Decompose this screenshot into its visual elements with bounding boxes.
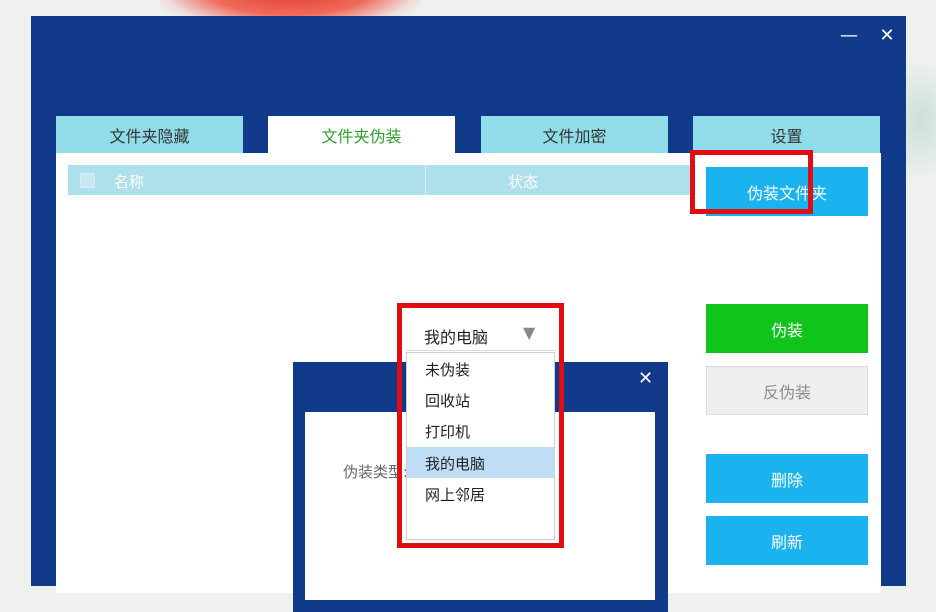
column-header-status[interactable]: 状态 [508,171,538,192]
refresh-button[interactable]: 刷新 [706,516,868,565]
minimize-button[interactable]: — [838,26,860,48]
delete-button[interactable]: 删除 [706,454,868,503]
tab-settings[interactable]: 设置 [693,116,880,153]
dialog-close-icon[interactable]: ✕ [638,368,653,389]
undisguise-button[interactable]: 反伪装 [706,366,868,415]
column-header-name[interactable]: 名称 [114,171,144,192]
tab-file-encrypt[interactable]: 文件加密 [481,116,668,153]
disguise-button[interactable]: 伪装 [706,304,868,353]
close-window-button[interactable]: ✕ [876,26,898,48]
table-header: 名称 状态 [68,165,693,195]
select-all-checkbox[interactable] [80,173,95,188]
tab-folder-hide[interactable]: 文件夹隐藏 [56,116,243,153]
tab-folder-disguise[interactable]: 文件夹伪装 [268,116,455,153]
column-divider [425,165,426,195]
highlight-box-disguise-folder [690,150,813,214]
highlight-box-dropdown [397,303,564,548]
